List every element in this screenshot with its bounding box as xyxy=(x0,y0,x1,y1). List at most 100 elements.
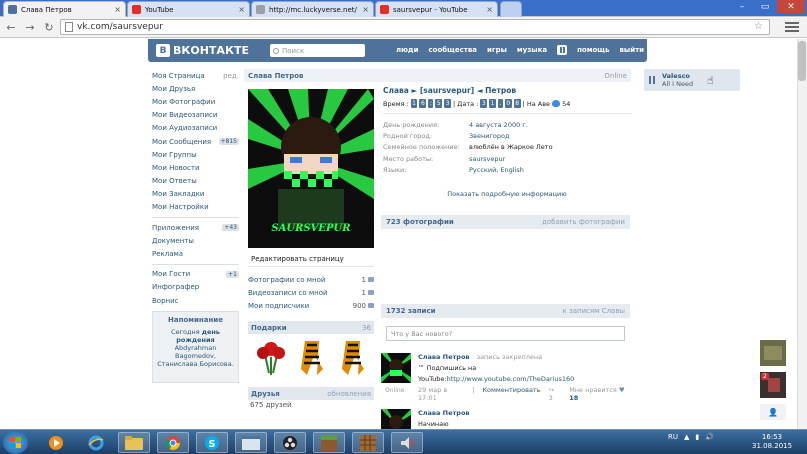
vk-logo[interactable]: В ВКОНТАКТЕ xyxy=(156,44,249,57)
field-value[interactable]: saursvepur xyxy=(469,155,505,163)
post-author[interactable]: Слава Петров xyxy=(418,409,630,417)
new-tab-button[interactable] xyxy=(500,1,522,17)
search-input[interactable]: Поиск xyxy=(270,44,365,57)
tab-vk-profile[interactable]: Слава Петров × xyxy=(3,1,126,17)
chat-avatar[interactable]: 2 xyxy=(760,372,786,398)
menu-logout[interactable]: выйти xyxy=(619,46,644,56)
field-value[interactable]: 4 августа 2000 г. xyxy=(469,121,528,129)
ribbon-gift-icon[interactable] xyxy=(338,339,368,377)
sidebar-item-groups[interactable]: Мои Группы xyxy=(152,148,239,161)
sidebar-item-audio[interactable]: Мои Аудиозаписи xyxy=(152,122,239,135)
sidebar-item-messages[interactable]: Мои Сообщения +815 xyxy=(152,135,239,148)
minecraft-launcher-taskbar-icon[interactable] xyxy=(352,432,384,453)
post-link[interactable]: http://www.youtube.com/TheDarius160 xyxy=(447,375,575,383)
menu-help[interactable]: помощь xyxy=(577,46,609,56)
bookmark-star-icon[interactable]: ☆ xyxy=(754,21,763,32)
sidebar-item-guests[interactable]: Мои Гости +1 xyxy=(152,268,239,281)
wall-post-input[interactable]: Что у Вас нового? xyxy=(386,326,625,341)
menu-music[interactable]: музыка xyxy=(517,46,547,56)
sidebar-item-news[interactable]: Мои Новости xyxy=(152,161,239,174)
close-icon[interactable]: × xyxy=(238,5,245,14)
sidebar-item-infographer[interactable]: Инфографер xyxy=(152,281,239,294)
tab-youtube[interactable]: YouTube × xyxy=(127,1,250,17)
friends-header[interactable]: Друзья обновления xyxy=(248,387,374,400)
maximize-icon[interactable]: ▭ xyxy=(754,0,776,13)
forward-icon[interactable]: → xyxy=(22,19,38,35)
sidebar-item-friends[interactable]: Мои Друзья xyxy=(152,82,239,95)
sidebar-item-photos[interactable]: Мои Фотографии xyxy=(152,95,239,108)
page-scrollbar[interactable] xyxy=(797,39,807,429)
chrome-menu-icon[interactable] xyxy=(785,20,799,34)
friends-updates[interactable]: обновления xyxy=(327,390,371,398)
close-icon[interactable]: × xyxy=(114,5,121,14)
field-value[interactable]: Звенигород xyxy=(469,132,509,140)
pause-icon[interactable] xyxy=(648,76,656,84)
sidebar-item-settings[interactable]: Мои Настройки xyxy=(152,201,239,214)
volume-icon[interactable]: 🔊 xyxy=(705,433,714,441)
post-author[interactable]: Слава Петров xyxy=(418,353,470,361)
menu-games[interactable]: игры xyxy=(487,46,507,56)
menu-communities[interactable]: сообщества xyxy=(429,46,478,56)
minecraft-taskbar-icon[interactable] xyxy=(313,432,345,453)
count-row-photos[interactable]: Фотографии со мной 1 xyxy=(248,273,374,286)
repost-count[interactable]: ↪ 3 xyxy=(549,386,560,402)
sidebar-item-ads[interactable]: Реклама xyxy=(152,247,239,260)
explorer-taskbar-icon[interactable] xyxy=(118,432,150,453)
tab-luckyverse[interactable]: http://mc.luckyverse.net/ × xyxy=(251,1,374,17)
photos-header[interactable]: 723 фотографии добавить фотографии xyxy=(381,215,630,229)
show-more-info-link[interactable]: Показать подробную информацию xyxy=(383,190,631,198)
window-close-icon[interactable]: ✕ xyxy=(777,0,805,13)
roses-gift-icon[interactable] xyxy=(256,339,286,377)
address-bar[interactable]: vk.com/saursvepur ☆ xyxy=(60,19,770,35)
friends-online-icon[interactable]: 👤 xyxy=(760,404,786,420)
count-row-followers[interactable]: Мои подписчики 900 xyxy=(248,299,374,312)
close-icon[interactable]: × xyxy=(362,5,369,14)
network-icon[interactable]: ▮ xyxy=(695,433,699,441)
ie-taskbar-icon[interactable] xyxy=(80,432,112,453)
sidebar-item-bookmarks[interactable]: Мои Закладки xyxy=(152,188,239,201)
sidebar-item-videos[interactable]: Мои Видеозаписи xyxy=(152,109,239,122)
wall-header[interactable]: 1732 записи к записям Славы xyxy=(381,304,630,318)
edit-page-button[interactable]: Редактировать страницу xyxy=(248,251,374,267)
obs-taskbar-icon[interactable] xyxy=(274,432,306,453)
taskbar-clock[interactable]: 16:53 31.08.2015 xyxy=(752,433,792,451)
back-icon[interactable]: ← xyxy=(3,19,19,35)
edit-link[interactable]: ред. xyxy=(223,72,239,80)
skype-taskbar-icon[interactable]: S xyxy=(196,432,228,453)
wall-filter-link[interactable]: к записям Славы xyxy=(563,307,625,315)
gifts-header[interactable]: Подарки 36 xyxy=(248,321,374,334)
reminder-names[interactable]: Abdyrahman Bagomedov, Станислава Борисов… xyxy=(157,344,234,368)
field-value[interactable]: влюблён в Жаркое Лето xyxy=(469,143,553,151)
count-row-videos[interactable]: Видеозаписи со мной 1 xyxy=(248,286,374,299)
scrollbar-thumb[interactable] xyxy=(798,41,806,81)
like-button[interactable]: Мне нравится ♥ 18 xyxy=(569,386,630,402)
profile-avatar[interactable]: SAURSVEPUR xyxy=(248,89,374,248)
tab-youtube-channel[interactable]: saursvepur - YouTube × xyxy=(375,1,498,17)
ribbon-gift-icon[interactable] xyxy=(297,339,327,377)
friends-count[interactable]: 675 друзей xyxy=(250,401,292,409)
sidebar-item-documents[interactable]: Документы xyxy=(152,234,239,247)
minimize-icon[interactable]: – xyxy=(731,0,753,13)
window-preview-taskbar-icon[interactable] xyxy=(235,432,267,453)
post-avatar[interactable] xyxy=(381,353,411,383)
sidebar-item-answers[interactable]: Мои Ответы xyxy=(152,175,239,188)
tray-arrow-icon[interactable]: ▲ xyxy=(684,433,689,441)
menu-people[interactable]: люди xyxy=(396,46,419,56)
sidebar-item-apps[interactable]: Приложения +43 xyxy=(152,221,239,234)
chat-avatar[interactable] xyxy=(760,340,786,366)
audio-player-widget[interactable]: Valesco All I Need xyxy=(644,69,740,91)
post-date[interactable]: 29 мар в 17:01 xyxy=(418,386,464,402)
pause-icon[interactable] xyxy=(557,45,568,55)
sidebar-item-vornis[interactable]: Ворнис xyxy=(152,294,239,307)
sidebar-item-my-page[interactable]: Моя Страница ред. xyxy=(152,69,239,82)
reload-icon[interactable]: ↻ xyxy=(41,19,57,35)
audio-taskbar-icon[interactable] xyxy=(391,432,423,453)
add-photos-link[interactable]: добавить фотографии xyxy=(542,218,625,226)
close-icon[interactable]: × xyxy=(486,5,493,14)
chrome-taskbar-icon[interactable] xyxy=(157,432,189,453)
media-player-taskbar-icon[interactable] xyxy=(40,432,72,453)
post-avatar[interactable] xyxy=(381,409,411,429)
start-button[interactable] xyxy=(3,431,28,454)
language-indicator[interactable]: RU xyxy=(668,433,678,441)
profile-status[interactable]: Слава ► [saursvepur] ◄ Петров xyxy=(383,86,631,95)
